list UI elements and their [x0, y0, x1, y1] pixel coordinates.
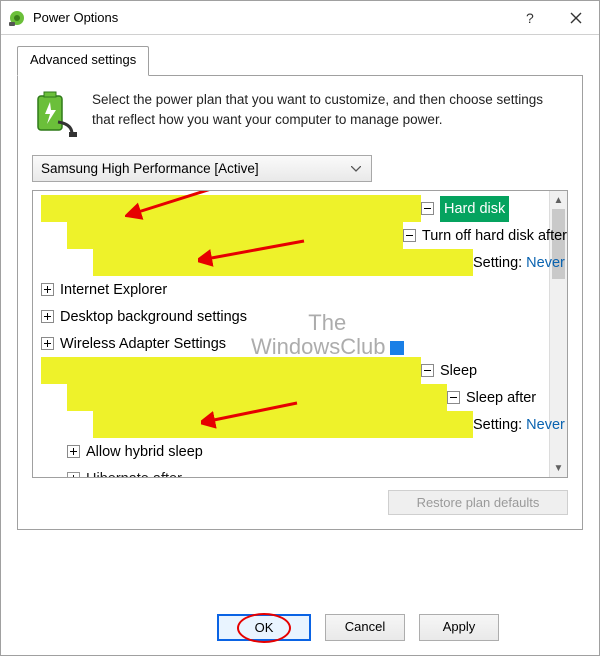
intro-text: Select the power plan that you want to c…: [92, 90, 568, 141]
tree-label: Sleep after: [466, 385, 536, 411]
dialog-button-row: OK Cancel Apply: [1, 614, 599, 641]
collapse-icon[interactable]: [447, 391, 460, 404]
window-title: Power Options: [33, 10, 507, 25]
titlebar: Power Options ?: [1, 1, 599, 35]
scroll-down-button[interactable]: ▼: [550, 459, 567, 477]
tree-label: Internet Explorer: [60, 277, 167, 303]
expand-icon[interactable]: [67, 472, 80, 478]
tree-setting-sleep[interactable]: Setting: Never: [39, 411, 567, 438]
tree-label: Desktop background settings: [60, 304, 247, 330]
tree-node-hybrid-sleep[interactable]: Allow hybrid sleep: [39, 438, 567, 465]
help-button[interactable]: ?: [507, 1, 553, 34]
restore-defaults-button: Restore plan defaults: [388, 490, 568, 515]
setting-label: Setting:: [473, 250, 522, 276]
expand-icon[interactable]: [41, 337, 54, 350]
tree-node-hibernate[interactable]: Hibernate after: [39, 465, 567, 478]
dropdown-value: Samsung High Performance [Active]: [41, 161, 259, 176]
settings-tree: Hard disk Turn off hard disk after Setti…: [32, 190, 568, 478]
setting-label: Setting:: [473, 412, 522, 438]
tabstrip: Advanced settings: [17, 45, 583, 75]
power-options-dialog: Power Options ? Advanced settings: [0, 0, 600, 656]
tree-label: Hibernate after: [86, 466, 182, 479]
expand-icon[interactable]: [41, 283, 54, 296]
collapse-icon[interactable]: [421, 364, 434, 377]
intro-row: Select the power plan that you want to c…: [32, 90, 568, 141]
expand-icon[interactable]: [67, 445, 80, 458]
tree-node-sleep[interactable]: Sleep: [39, 357, 567, 384]
tree-node-hard-disk[interactable]: Hard disk: [39, 195, 567, 222]
tree-node-sleep-after[interactable]: Sleep after: [39, 384, 567, 411]
apply-button[interactable]: Apply: [419, 614, 499, 641]
battery-plug-icon: [32, 90, 80, 141]
dialog-content: Advanced settings Select the power plan …: [1, 35, 599, 546]
svg-text:?: ?: [526, 11, 534, 25]
close-button[interactable]: [553, 1, 599, 34]
tab-advanced-settings[interactable]: Advanced settings: [17, 46, 149, 76]
tree-node-wireless[interactable]: Wireless Adapter Settings: [39, 330, 567, 357]
power-options-icon: [7, 8, 27, 28]
tree-label: Turn off hard disk after: [422, 223, 567, 249]
collapse-icon[interactable]: [403, 229, 416, 242]
ok-button[interactable]: OK: [217, 614, 311, 641]
setting-value[interactable]: Never: [526, 250, 565, 276]
collapse-icon[interactable]: [421, 202, 434, 215]
cancel-button[interactable]: Cancel: [325, 614, 405, 641]
setting-value[interactable]: Never: [526, 412, 565, 438]
tree-label: Sleep: [440, 358, 477, 384]
window-controls: ?: [507, 1, 599, 34]
tree-setting-hdd[interactable]: Setting: Never: [39, 249, 567, 276]
tree-label: Allow hybrid sleep: [86, 439, 203, 465]
chevron-down-icon: [347, 160, 365, 178]
tree-label: Hard disk: [440, 196, 509, 222]
expand-icon[interactable]: [41, 310, 54, 323]
tree-label: Wireless Adapter Settings: [60, 331, 226, 357]
restore-row: Restore plan defaults: [32, 490, 568, 515]
tree-node-turn-off-hdd[interactable]: Turn off hard disk after: [39, 222, 567, 249]
power-plan-dropdown[interactable]: Samsung High Performance [Active]: [32, 155, 372, 182]
tree-node-desktop-bg[interactable]: Desktop background settings: [39, 303, 567, 330]
tree-node-ie[interactable]: Internet Explorer: [39, 276, 567, 303]
tab-panel: Select the power plan that you want to c…: [17, 75, 583, 530]
scroll-up-button[interactable]: ▲: [550, 191, 567, 209]
